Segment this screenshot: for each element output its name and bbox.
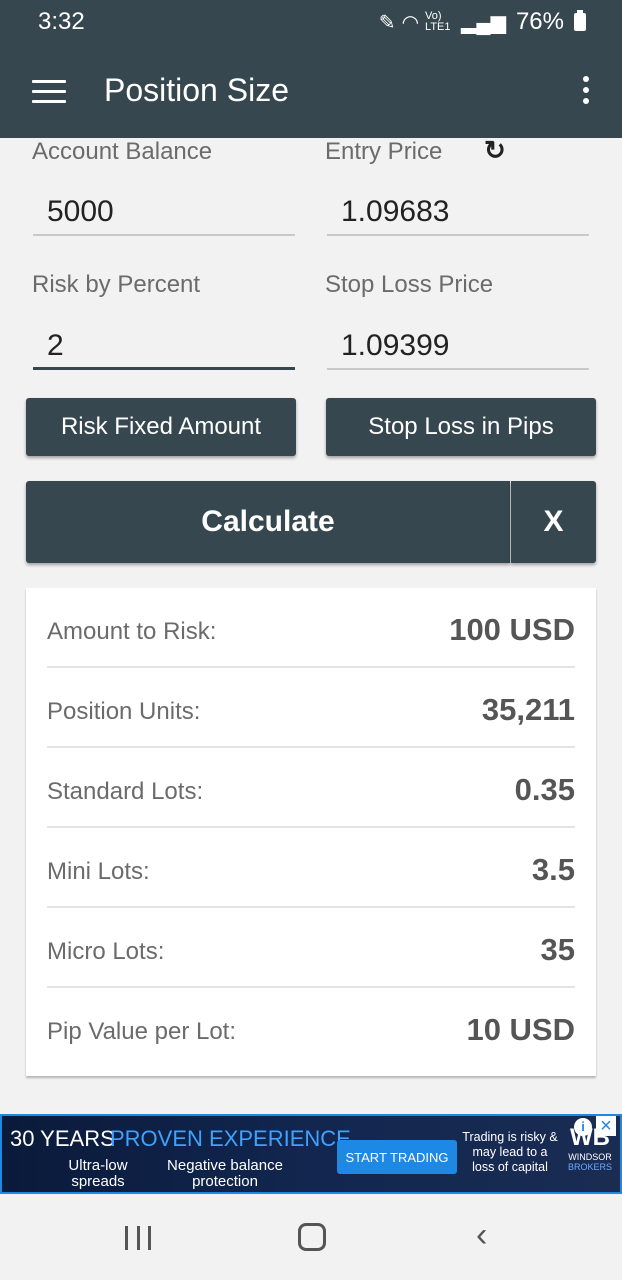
back-icon[interactable]: ‹ <box>476 1218 487 1252</box>
result-value: 3.5 <box>531 852 575 887</box>
network-label: Vo) LTE1 <box>425 10 451 33</box>
account-balance-input[interactable] <box>33 190 295 236</box>
entry-price-label: Entry Price <box>325 138 443 165</box>
ad-headline-experience: PROVEN EXPERIENCE <box>110 1126 351 1151</box>
result-row-amount-to-risk: Amount to Risk: 100 USD <box>47 588 575 668</box>
signal-icon: ▂▄▆ <box>461 11 506 34</box>
ad-start-trading-button[interactable]: START TRADING <box>337 1140 457 1174</box>
edit-icon: ✎ <box>378 11 396 34</box>
stop-loss-price-input[interactable] <box>327 324 589 370</box>
risk-percent-label: Risk by Percent <box>32 271 201 298</box>
status-bar: 3:32 ✎ ◠ Vo) LTE1 ▂▄▆ 76% <box>0 0 622 42</box>
result-value: 35 <box>540 932 575 967</box>
stop-loss-in-pips-button[interactable]: Stop Loss in Pips <box>326 398 596 456</box>
system-nav-bar: ‹ <box>0 1194 622 1280</box>
wifi-icon: ◠ <box>401 11 420 34</box>
results-card: Amount to Risk: 100 USD Position Units: … <box>26 588 596 1076</box>
stop-loss-price-label: Stop Loss Price <box>325 271 494 298</box>
ad-headline-years: 30 YEARS <box>10 1126 115 1151</box>
result-label: Amount to Risk: <box>47 618 217 645</box>
ad-close-icon[interactable]: × <box>596 1116 616 1136</box>
result-label: Standard Lots: <box>47 778 204 805</box>
result-row-micro-lots: Micro Lots: 35 <box>47 908 575 988</box>
refresh-icon[interactable]: ↻ <box>484 136 512 164</box>
status-right: ✎ ◠ Vo) LTE1 ▂▄▆ 76% <box>379 8 586 36</box>
overflow-menu-icon[interactable] <box>582 76 590 106</box>
status-time: 3:32 <box>38 8 85 35</box>
ad-logo-text-2: BROKERS <box>567 1162 612 1172</box>
result-label: Mini Lots: <box>47 858 150 885</box>
ad-disclaimer: Trading is risky & may lead to a loss of… <box>462 1130 558 1174</box>
result-value: 10 USD <box>466 1012 575 1047</box>
result-row-pip-value: Pip Value per Lot: 10 USD <box>47 988 575 1068</box>
result-label: Pip Value per Lot: <box>47 1018 237 1045</box>
result-row-standard-lots: Standard Lots: 0.35 <box>47 748 575 828</box>
app-bar: Position Size <box>0 42 622 138</box>
clear-button[interactable]: X <box>511 481 596 563</box>
battery-icon <box>574 10 586 31</box>
recents-icon[interactable] <box>125 1226 151 1250</box>
home-icon[interactable] <box>298 1223 326 1251</box>
result-label: Micro Lots: <box>47 938 165 965</box>
status-icons: ✎ ◠ Vo) LTE1 ▂▄▆ <box>379 10 506 35</box>
calculate-button[interactable]: Calculate <box>26 481 510 563</box>
battery-label: 76% <box>515 8 564 35</box>
ad-info-icon[interactable]: i <box>574 1118 592 1136</box>
account-balance-label: Account Balance <box>32 138 213 165</box>
result-value: 35,211 <box>481 692 575 727</box>
result-label: Position Units: <box>47 698 201 725</box>
result-row-mini-lots: Mini Lots: 3.5 <box>47 828 575 908</box>
result-row-position-units: Position Units: 35,211 <box>47 668 575 748</box>
entry-price-input[interactable] <box>327 190 589 236</box>
ad-feature-spreads: Ultra-low spreads <box>68 1157 128 1190</box>
result-value: 100 USD <box>449 612 575 647</box>
risk-fixed-amount-button[interactable]: Risk Fixed Amount <box>26 398 296 456</box>
result-value: 0.35 <box>514 772 575 807</box>
page-title: Position Size <box>104 72 289 108</box>
ad-feature-protection: Negative balance protection <box>167 1157 283 1190</box>
menu-icon[interactable] <box>32 80 66 103</box>
ad-logo-text: WINDSOR <box>568 1152 612 1162</box>
risk-percent-input[interactable] <box>33 324 295 370</box>
ad-banner[interactable]: 30 YEARS PROVEN EXPERIENCE Ultra-low spr… <box>0 1114 622 1194</box>
